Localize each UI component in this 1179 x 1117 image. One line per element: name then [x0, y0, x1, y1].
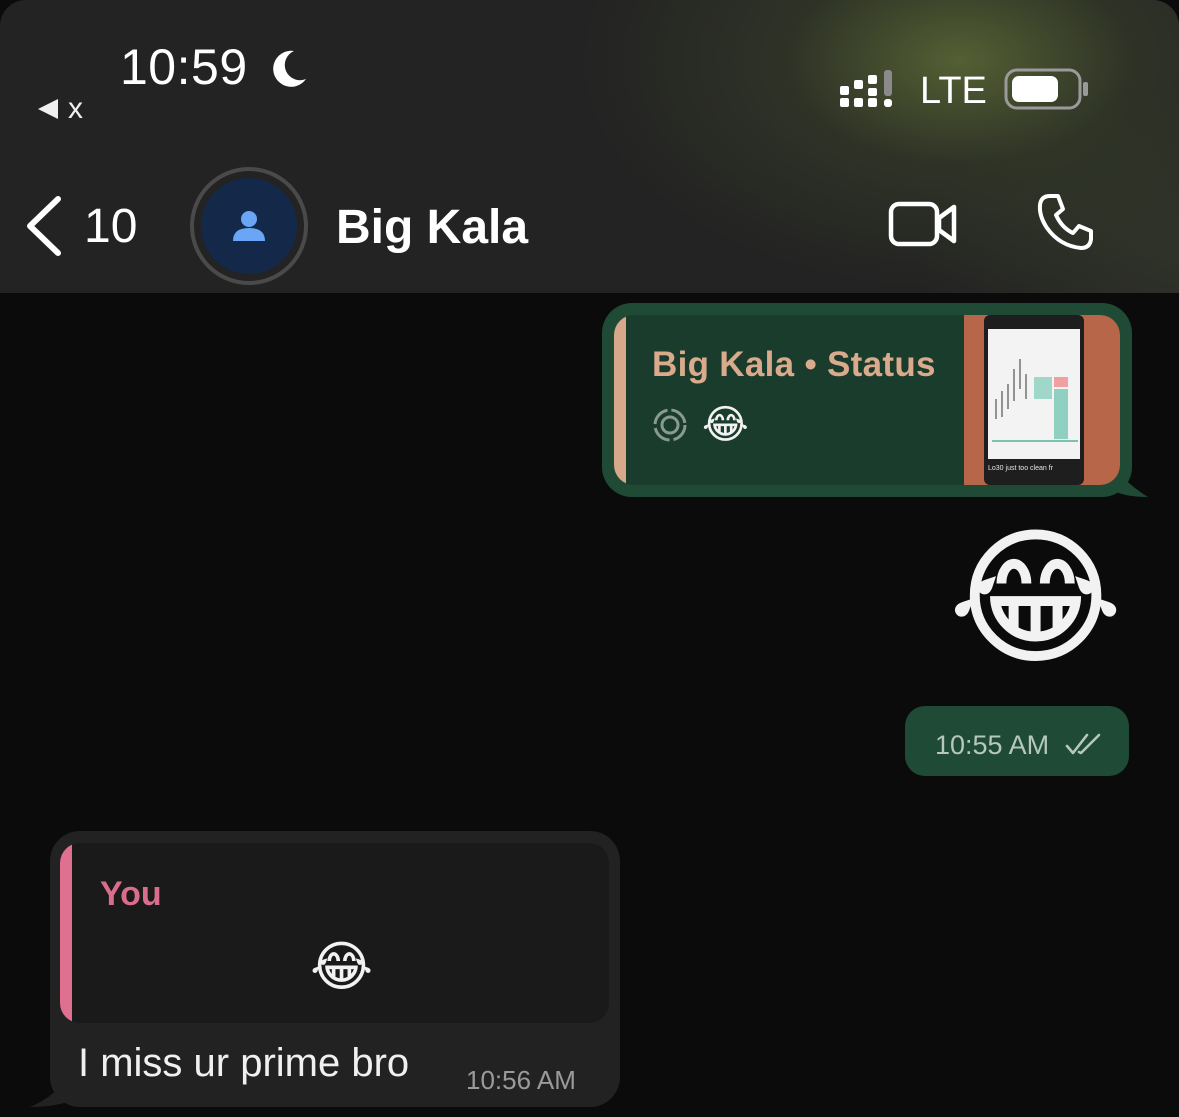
thumbnail-chart [988, 329, 1080, 459]
quoted-emoji: 😂 [310, 937, 374, 997]
status-time: 10:59 [120, 39, 248, 95]
battery-icon [1004, 68, 1088, 110]
status-thumbnail[interactable]: Lo30 just too clean fr [964, 315, 1120, 485]
chevron-left-icon [27, 196, 61, 256]
video-camera-icon[interactable] [888, 198, 958, 250]
quoted-status[interactable]: Big Kala • Status 😂 Lo30 just too clean … [614, 315, 1120, 485]
message-text: I miss ur prime bro [78, 1041, 410, 1085]
back-button[interactable]: 10 [22, 195, 137, 257]
back-to-app-button[interactable]: x [38, 92, 83, 126]
quoted-author: You [100, 875, 162, 913]
unread-count: 10 [84, 199, 138, 253]
message-time: 10:55 AM [935, 730, 1050, 760]
signal-icon [840, 70, 892, 107]
avatar-inner [201, 178, 297, 274]
status-ring-icon [653, 408, 687, 442]
chat-header: 10:59 x LTE 10 Big Kala [0, 0, 1179, 293]
avatar[interactable] [190, 167, 308, 285]
phone-icon[interactable] [1036, 192, 1094, 252]
quoted-status-title: Big Kala • Status [652, 345, 936, 384]
message-time: 10:56 AM [466, 1065, 576, 1095]
emoji-message[interactable]: 😂 [948, 508, 1123, 688]
status-reply-bubble[interactable]: Big Kala • Status 😂 Lo30 just too clean … [602, 303, 1148, 497]
back-triangle-icon [38, 99, 58, 119]
quote-accent-bar [60, 843, 72, 1023]
back-app-label: x [68, 92, 83, 125]
quoted-message[interactable]: You 😂 [60, 843, 609, 1023]
contact-name[interactable]: Big Kala [336, 200, 528, 255]
moon-icon [273, 50, 306, 87]
thumbnail-screenshot: Lo30 just too clean fr [984, 315, 1084, 485]
incoming-reply-bubble[interactable]: You 😂 I miss ur prime bro 10:56 AM [30, 831, 620, 1107]
double-check-icon [1065, 733, 1101, 755]
person-icon [233, 211, 265, 241]
quote-accent-bar [614, 315, 626, 485]
thumbnail-caption: Lo30 just too clean fr [988, 465, 1053, 472]
bubble-tail [30, 1073, 70, 1107]
network-type: LTE [920, 70, 987, 112]
chat-screen: 10:59 x LTE 10 Big Kala Big Kala • Statu… [0, 0, 1179, 1117]
quoted-status-emoji: 😂 [702, 403, 749, 447]
outgoing-timestamp-bubble: 10:55 AM [905, 706, 1129, 776]
